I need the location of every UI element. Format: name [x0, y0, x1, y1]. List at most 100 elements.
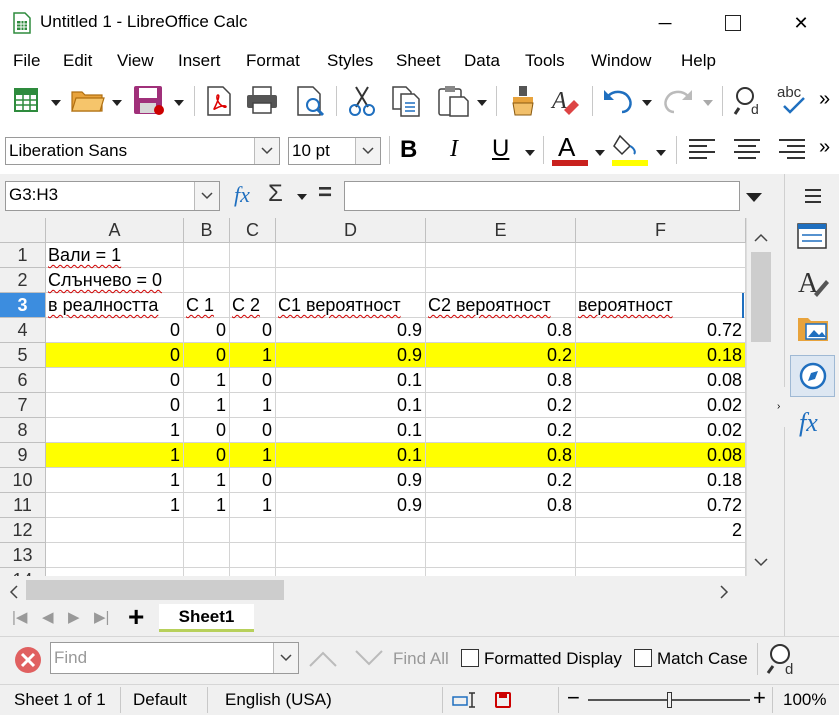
- column-header-a[interactable]: A: [46, 218, 184, 243]
- next-sheet-icon[interactable]: ▶: [68, 608, 80, 626]
- row-header-12[interactable]: 12: [0, 518, 46, 543]
- row-header-5[interactable]: 5: [0, 343, 46, 368]
- redo-dropdown-icon[interactable]: [703, 100, 713, 106]
- horizontal-scrollbar[interactable]: [0, 576, 746, 604]
- chevron-down-icon[interactable]: [273, 643, 298, 673]
- find-replace-icon[interactable]: d: [733, 84, 767, 118]
- undo-dropdown-icon[interactable]: [642, 100, 652, 106]
- cell-a12[interactable]: [46, 518, 184, 543]
- cell-c11[interactable]: 1: [230, 493, 276, 518]
- cell-f4[interactable]: 0.72: [576, 318, 746, 343]
- redo-icon[interactable]: [662, 86, 694, 114]
- font-size-combo[interactable]: 10 pt: [288, 137, 381, 165]
- cell-d14[interactable]: [276, 568, 426, 576]
- menu-insert[interactable]: Insert: [178, 51, 221, 71]
- row-header-8[interactable]: 8: [0, 418, 46, 443]
- cell-c3[interactable]: С 2: [230, 293, 276, 318]
- zoom-out-icon[interactable]: −: [567, 685, 580, 711]
- menu-help[interactable]: Help: [681, 51, 716, 71]
- copy-icon[interactable]: [390, 85, 422, 117]
- minimize-button[interactable]: ─: [631, 0, 699, 46]
- clone-formatting-icon[interactable]: [508, 84, 538, 118]
- add-sheet-icon[interactable]: +: [128, 601, 144, 633]
- cell-b1[interactable]: [184, 243, 230, 268]
- column-header-e[interactable]: E: [426, 218, 576, 243]
- cell-b14[interactable]: [184, 568, 230, 576]
- cell-e1[interactable]: [426, 243, 576, 268]
- cell-d3[interactable]: С1 вероятност: [276, 293, 426, 318]
- highlight-dropdown-icon[interactable]: [656, 150, 666, 156]
- row-header-14[interactable]: 14: [0, 568, 46, 576]
- align-right-icon[interactable]: [777, 138, 807, 164]
- close-find-bar-icon[interactable]: [14, 646, 42, 674]
- underline-icon[interactable]: U: [492, 135, 509, 163]
- cell-f8[interactable]: 0.02: [576, 418, 746, 443]
- cell-b8[interactable]: 0: [184, 418, 230, 443]
- cell-a6[interactable]: 0: [46, 368, 184, 393]
- cell-a8[interactable]: 1: [46, 418, 184, 443]
- cell-f11[interactable]: 0.72: [576, 493, 746, 518]
- cell-a5[interactable]: 0: [46, 343, 184, 368]
- row-header-11[interactable]: 11: [0, 493, 46, 518]
- close-button[interactable]: ✕: [767, 0, 835, 46]
- spreadsheet-grid[interactable]: A B C D E F 1 Вали = 1 2 Слънчево = 03в реалностт…: [0, 218, 773, 576]
- cell-b5[interactable]: 0: [184, 343, 230, 368]
- first-sheet-icon[interactable]: |◀: [12, 608, 27, 626]
- cell-d5[interactable]: 0.9: [276, 343, 426, 368]
- functions-icon[interactable]: fx: [799, 408, 818, 438]
- row-header-6[interactable]: 6: [0, 368, 46, 393]
- undo-icon[interactable]: [602, 86, 634, 114]
- bold-icon[interactable]: B: [400, 136, 417, 164]
- cell-f6[interactable]: 0.08: [576, 368, 746, 393]
- cell-b12[interactable]: [184, 518, 230, 543]
- cell-e12[interactable]: [426, 518, 576, 543]
- menu-file[interactable]: File: [13, 51, 40, 71]
- italic-icon[interactable]: I: [450, 136, 458, 163]
- cell-e3[interactable]: С2 вероятност: [426, 293, 576, 318]
- column-header-d[interactable]: D: [276, 218, 426, 243]
- cell-b4[interactable]: 0: [184, 318, 230, 343]
- more-icon[interactable]: »: [819, 88, 830, 111]
- zoom-level[interactable]: 100%: [783, 690, 826, 710]
- chevron-down-icon[interactable]: [194, 182, 219, 210]
- navigator-tab[interactable]: [790, 355, 835, 397]
- cell-e6[interactable]: 0.8: [426, 368, 576, 393]
- cell-e10[interactable]: 0.2: [426, 468, 576, 493]
- cell-e4[interactable]: 0.8: [426, 318, 576, 343]
- zoom-in-icon[interactable]: +: [753, 685, 766, 711]
- align-center-icon[interactable]: [732, 138, 762, 164]
- cut-icon[interactable]: [347, 85, 377, 117]
- cell-b6[interactable]: 1: [184, 368, 230, 393]
- find-previous-icon[interactable]: [308, 650, 338, 668]
- cell-b9[interactable]: 0: [184, 443, 230, 468]
- row-header-10[interactable]: 10: [0, 468, 46, 493]
- cell-c14[interactable]: [230, 568, 276, 576]
- cell-f13[interactable]: [576, 543, 746, 568]
- expand-formula-icon[interactable]: [746, 193, 762, 202]
- function-wizard-icon[interactable]: fx: [234, 182, 250, 208]
- chevron-down-icon[interactable]: [254, 138, 279, 164]
- paste-icon[interactable]: [436, 84, 470, 118]
- open-folder-icon[interactable]: [70, 86, 106, 114]
- cell-a14[interactable]: [46, 568, 184, 576]
- cell-d4[interactable]: 0.9: [276, 318, 426, 343]
- cell-f14[interactable]: [576, 568, 746, 576]
- print-icon[interactable]: [245, 85, 279, 115]
- cell-d8[interactable]: 0.1: [276, 418, 426, 443]
- spelling-icon[interactable]: abc: [776, 82, 812, 116]
- find-replace-icon[interactable]: d: [766, 641, 800, 677]
- new-spreadsheet-icon[interactable]: [12, 86, 40, 114]
- menu-tools[interactable]: Tools: [525, 51, 565, 71]
- formula-icon[interactable]: =: [318, 179, 332, 207]
- cell-c2[interactable]: [230, 268, 276, 293]
- cell-a13[interactable]: [46, 543, 184, 568]
- page-style[interactable]: Default: [133, 690, 187, 710]
- select-all-corner[interactable]: [0, 218, 46, 243]
- cell-c9[interactable]: 1: [230, 443, 276, 468]
- cell-b10[interactable]: 1: [184, 468, 230, 493]
- cell-e7[interactable]: 0.2: [426, 393, 576, 418]
- menu-window[interactable]: Window: [591, 51, 651, 71]
- scroll-down-icon[interactable]: [754, 558, 768, 568]
- print-preview-icon[interactable]: [295, 85, 327, 117]
- menu-edit[interactable]: Edit: [63, 51, 92, 71]
